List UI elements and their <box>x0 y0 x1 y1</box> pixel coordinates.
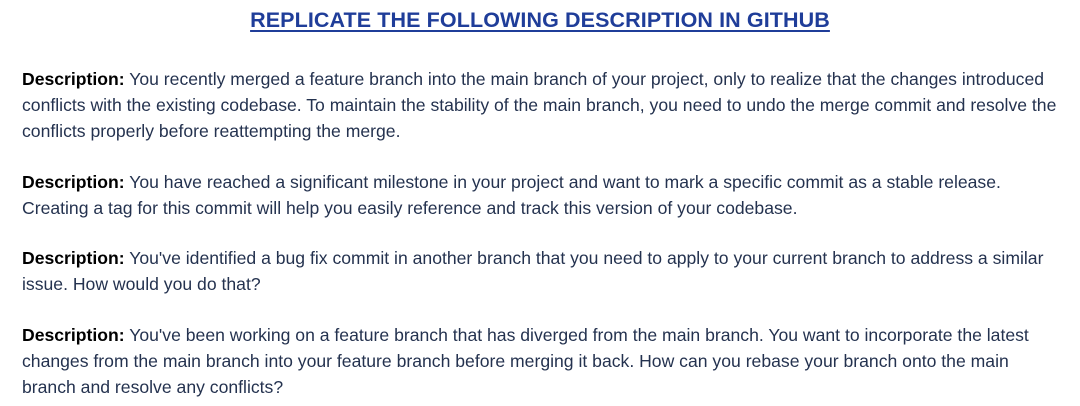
description-item-1: Description: You recently merged a featu… <box>22 66 1058 144</box>
page-title: REPLICATE THE FOLLOWING DESCRIPTION IN G… <box>250 8 830 32</box>
description-label: Description: <box>22 324 125 345</box>
description-label: Description: <box>22 69 125 89</box>
description-item-3: Description: You've identified a bug fix… <box>22 245 1058 297</box>
description-text: You have reached a significant milestone… <box>22 171 1001 218</box>
document-page: REPLICATE THE FOLLOWING DESCRIPTION IN G… <box>0 0 1080 406</box>
description-text: You recently merged a feature branch int… <box>22 69 1057 141</box>
description-label: Description: <box>22 248 125 268</box>
description-item-2: Description: You have reached a signific… <box>22 169 1058 221</box>
description-text: You've identified a bug fix commit in an… <box>22 248 1044 294</box>
description-item-4: Description: You've been working on a fe… <box>22 322 1058 400</box>
description-text: You've been working on a feature branch … <box>22 324 1029 397</box>
description-list: Description: You recently merged a featu… <box>22 66 1058 400</box>
description-label: Description: <box>22 171 125 192</box>
